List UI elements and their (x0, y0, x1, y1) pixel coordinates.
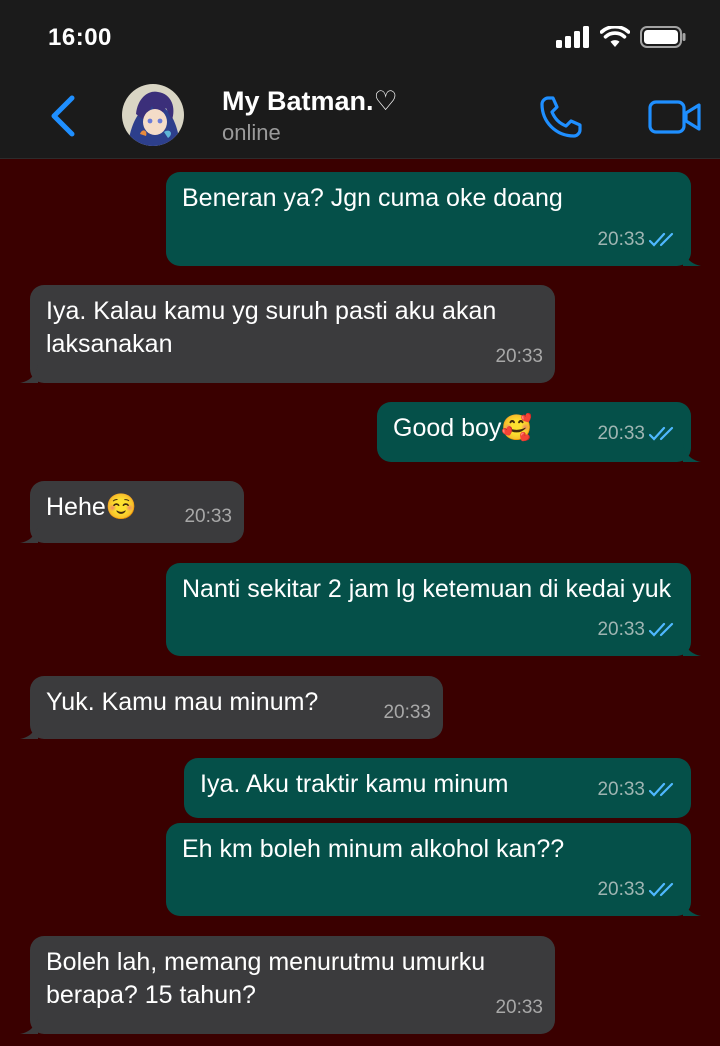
status-icons (556, 26, 686, 48)
outgoing-message[interactable]: Eh km boleh minum alkohol kan?? 20:33 (166, 823, 701, 916)
bubble-tail (683, 638, 701, 656)
message-text: Iya. Aku traktir kamu minum (200, 770, 509, 798)
message-time: 20:33 (184, 506, 232, 527)
message-text: Beneran ya? Jgn cuma oke doang (182, 184, 563, 212)
outgoing-message[interactable]: Beneran ya? Jgn cuma oke doang 20:33 (166, 172, 701, 266)
message-text: Yuk. Kamu mau minum? (46, 688, 319, 716)
incoming-message[interactable]: Hehe☺️ 20:33 (20, 481, 244, 543)
outgoing-message[interactable]: Good boy🥰 20:33 (377, 402, 701, 462)
bubble-tail (683, 444, 701, 462)
message-meta: 20:33 (597, 873, 679, 906)
message-text: Nanti sekitar 2 jam lg ketemuan di kedai… (182, 575, 672, 603)
double-check-read-icon (649, 622, 674, 637)
message-time: 20:33 (383, 702, 431, 723)
double-check-read-icon (649, 426, 674, 441)
incoming-message[interactable]: Yuk. Kamu mau minum? 20:33 (20, 676, 443, 739)
wifi-icon (600, 26, 630, 47)
incoming-message[interactable]: Boleh lah, memang menurutmu umurku berap… (20, 936, 555, 1034)
message-meta: 20:33 (495, 340, 543, 373)
message-meta: 20:33 (184, 500, 232, 533)
signal-icon (556, 26, 589, 48)
bubble-tail (20, 1016, 38, 1034)
message-time: 20:33 (495, 997, 543, 1018)
message-text: Hehe☺️ (46, 493, 137, 521)
message-text: Boleh lah, memang menurutmu umurku berap… (46, 948, 486, 1009)
status-time: 16:00 (48, 24, 112, 51)
message-meta: 20:33 (495, 991, 543, 1024)
bubble-tail (20, 721, 38, 739)
message-meta: 20:33 (597, 773, 679, 806)
message-meta: 20:33 (383, 696, 431, 729)
bubble-tail (20, 525, 38, 543)
contact-status: online (222, 120, 281, 145)
message-time: 20:33 (597, 229, 645, 250)
outgoing-message[interactable]: Nanti sekitar 2 jam lg ketemuan di kedai… (166, 563, 701, 656)
double-check-read-icon (649, 882, 674, 897)
double-check-read-icon (649, 232, 674, 247)
message-text: Eh km boleh minum alkohol kan?? (182, 835, 565, 863)
message-meta: 20:33 (597, 417, 679, 450)
status-bar: 16:00 (0, 0, 720, 72)
message-text: Iya. Kalau kamu yg suruh pasti aku akan … (46, 297, 497, 358)
video-call-icon[interactable] (648, 98, 702, 136)
message-meta: 20:33 (597, 613, 679, 646)
incoming-message[interactable]: Iya. Kalau kamu yg suruh pasti aku akan … (20, 285, 555, 383)
outgoing-message[interactable]: Iya. Aku traktir kamu minum 20:33 (184, 758, 691, 818)
contact-avatar[interactable] (122, 84, 184, 146)
bubble-tail (683, 898, 701, 916)
message-meta: 20:33 (597, 223, 679, 256)
bubble-tail (20, 365, 38, 383)
bubble-tail (683, 248, 701, 266)
double-check-read-icon (649, 782, 674, 797)
chat-header: My Batman.♡ online (0, 72, 720, 159)
battery-icon (640, 26, 686, 48)
message-time: 20:33 (597, 879, 645, 900)
message-time: 20:33 (597, 779, 645, 800)
message-time: 20:33 (597, 619, 645, 640)
message-time: 20:33 (597, 423, 645, 444)
contact-name[interactable]: My Batman.♡ (222, 86, 398, 117)
message-time: 20:33 (495, 346, 543, 367)
phone-call-icon[interactable] (538, 94, 584, 140)
back-chevron-icon[interactable] (46, 94, 80, 138)
message-text: Good boy🥰 (393, 414, 533, 442)
